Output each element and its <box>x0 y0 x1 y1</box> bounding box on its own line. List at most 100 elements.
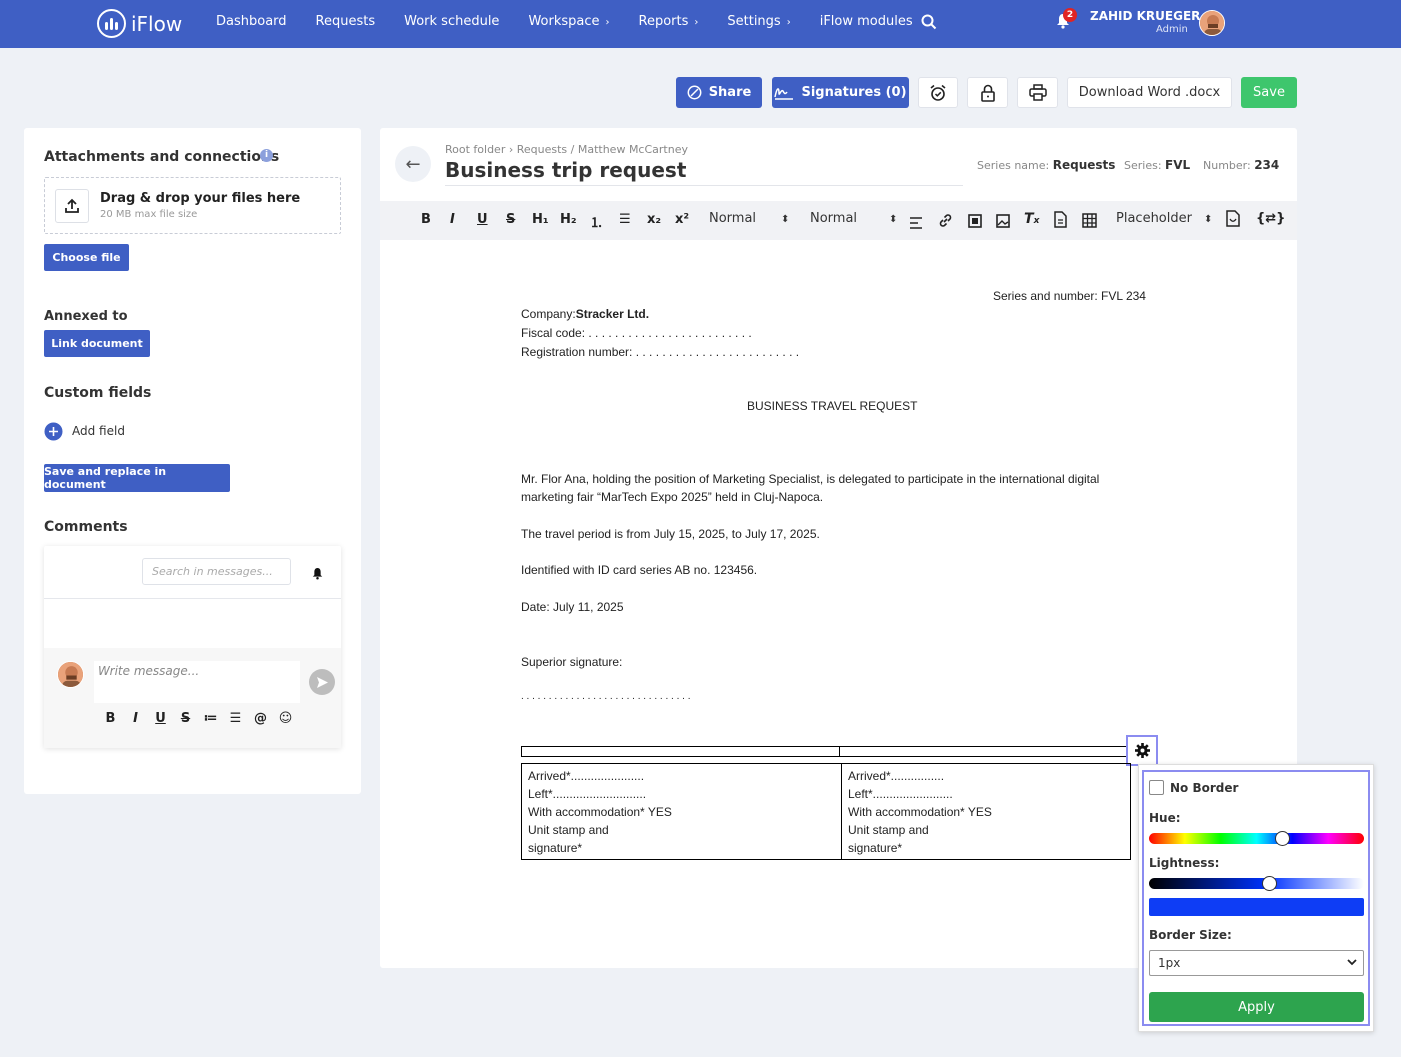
send-button[interactable] <box>309 669 335 695</box>
search-messages-input[interactable]: Search in messages... <box>142 558 291 585</box>
emoji-icon[interactable]: ☺ <box>278 711 293 726</box>
user-avatar[interactable] <box>1199 10 1225 36</box>
superior-signature[interactable]: Superior signature: <box>521 655 622 669</box>
message-input[interactable]: Write message... <box>94 661 300 703</box>
table-line: Unit stamp and <box>528 823 609 837</box>
bold-icon[interactable]: B <box>421 212 431 227</box>
print-button[interactable] <box>1017 77 1058 108</box>
bold-icon[interactable]: B <box>103 711 118 726</box>
template-icon[interactable] <box>1226 210 1240 231</box>
info-icon[interactable]: i <box>260 149 273 162</box>
nav-item-workspace[interactable]: Workspace › <box>528 14 609 29</box>
back-button[interactable]: ← <box>395 146 431 182</box>
paragraph-4[interactable]: Date: July 11, 2025 <box>521 600 624 614</box>
placeholder-select[interactable]: Placeholder ⬍ <box>1116 211 1212 226</box>
italic-icon[interactable]: I <box>450 212 455 227</box>
dropzone-subtext: 20 MB max file size <box>100 209 198 220</box>
apply-button[interactable]: Apply <box>1149 992 1364 1022</box>
link-icon[interactable] <box>938 213 953 232</box>
italic-icon[interactable]: I <box>128 711 143 726</box>
paragraph-2[interactable]: The travel period is from July 15, 2025,… <box>521 527 820 541</box>
paragraph-1b[interactable]: marketing fair “MarTech Expo 2025” held … <box>521 490 823 504</box>
heading-2-icon[interactable]: H₂ <box>560 212 577 227</box>
no-border-checkbox[interactable] <box>1149 780 1164 795</box>
strike-icon[interactable]: S <box>506 212 515 227</box>
table-cell-1[interactable]: Arrived*...................... Left*.....… <box>522 764 842 859</box>
align-icon[interactable] <box>909 214 923 233</box>
notification-badge: 2 <box>1063 8 1077 22</box>
lock-icon <box>980 84 995 102</box>
nav-item-settings[interactable]: Settings › <box>727 14 790 29</box>
choose-file-button[interactable]: Choose file <box>44 244 129 271</box>
underline-icon[interactable]: U <box>153 711 168 726</box>
brand-logo[interactable]: iFlow <box>97 9 182 38</box>
table-line: Arrived*................ <box>848 769 945 783</box>
upload-icon[interactable] <box>55 189 89 223</box>
video-icon[interactable] <box>968 213 982 232</box>
ordered-list-icon[interactable]: ≔ <box>203 711 218 726</box>
signatures-label: Signatures (0) <box>801 85 907 100</box>
nav-item-dashboard[interactable]: Dashboard <box>216 14 287 29</box>
mention-icon[interactable]: @ <box>253 711 268 726</box>
refresh-fields-icon[interactable]: {⇄} <box>1256 211 1285 226</box>
nav-item-reports[interactable]: Reports › <box>639 14 699 29</box>
share-button[interactable]: Share <box>676 77 762 108</box>
alarm-button[interactable] <box>918 77 958 108</box>
bell-icon[interactable] <box>312 565 323 584</box>
image-icon[interactable] <box>996 213 1010 232</box>
document-heading[interactable]: BUSINESS TRAVEL REQUEST <box>747 399 918 413</box>
font-size-select[interactable]: Normal ⬍ <box>810 211 897 226</box>
ordered-list-icon[interactable]: ⒈ <box>590 212 603 231</box>
empty-table-row[interactable] <box>521 746 1131 757</box>
lightness-slider-handle[interactable] <box>1261 876 1277 891</box>
series-and-number[interactable]: Series and number: FVL 234 <box>993 289 1146 303</box>
signature-dots[interactable]: . . . . . . . . . . . . . . . . . . . . … <box>521 691 690 702</box>
user-name[interactable]: ZAHID KRUEGER <box>1090 9 1200 23</box>
paragraph-style-select[interactable]: Normal ⬍ <box>709 211 789 226</box>
save-button[interactable]: Save <box>1241 77 1297 108</box>
table-settings-button[interactable] <box>1126 735 1158 766</box>
subscript-icon[interactable]: x₂ <box>647 212 661 227</box>
brand-name: iFlow <box>131 11 183 36</box>
arrow-left-icon: ← <box>405 153 421 175</box>
lightness-slider[interactable] <box>1149 878 1364 889</box>
document-icon[interactable] <box>1054 211 1067 232</box>
table-cell-2[interactable]: Arrived*................ Left*...........… <box>842 764 1130 859</box>
breadcrumb[interactable]: Root folder › Requests / Matthew McCartn… <box>445 143 688 156</box>
download-word-button[interactable]: Download Word .docx <box>1067 77 1232 108</box>
bullet-list-icon[interactable]: ☰ <box>619 212 631 227</box>
paragraph-3[interactable]: Identified with ID card series AB no. 12… <box>521 563 757 577</box>
add-field-icon[interactable] <box>44 422 63 445</box>
fiscal-code-line[interactable]: Fiscal code: . . . . . . . . . . . . . .… <box>521 326 752 340</box>
table-line: Unit stamp and <box>848 823 929 837</box>
table-line: Arrived*...................... <box>528 769 645 783</box>
heading-1-icon[interactable]: H₁ <box>532 212 549 227</box>
underline-icon[interactable]: U <box>477 212 488 227</box>
add-field-label[interactable]: Add field <box>72 424 125 438</box>
save-replace-button[interactable]: Save and replace in document <box>44 464 230 492</box>
custom-fields-title: Custom fields <box>44 385 152 401</box>
border-size-select[interactable]: 1px <box>1149 950 1364 976</box>
registration-line[interactable]: Registration number: . . . . . . . . . .… <box>521 345 799 359</box>
page-title[interactable]: Business trip request <box>445 158 686 182</box>
lock-button[interactable] <box>967 77 1008 108</box>
send-icon <box>316 676 328 688</box>
main-nav: Dashboard Requests Work schedule Workspace ›… <box>216 14 942 29</box>
link-document-button[interactable]: Link document <box>44 330 150 357</box>
arrival-table[interactable]: Arrived*...................... Left*.....… <box>521 763 1131 860</box>
hue-slider-handle[interactable] <box>1274 831 1290 846</box>
table-icon[interactable] <box>1082 213 1097 232</box>
annexed-title: Annexed to <box>44 309 128 324</box>
bullet-list-icon[interactable]: ☰ <box>228 711 243 726</box>
strike-icon[interactable]: S <box>178 711 193 726</box>
clear-format-icon[interactable]: Tx <box>1024 211 1039 227</box>
superscript-icon[interactable]: x² <box>675 212 689 227</box>
search-icon[interactable] <box>921 14 937 34</box>
paragraph-1a[interactable]: Mr. Flor Ana, holding the position of Ma… <box>521 472 1099 486</box>
nav-item-work-schedule[interactable]: Work schedule <box>404 14 499 29</box>
hue-slider[interactable] <box>1149 833 1364 844</box>
signatures-button[interactable]: Signatures (0) <box>772 77 909 108</box>
nav-item-iflow-modules[interactable]: iFlow modules <box>820 14 913 29</box>
nav-item-requests[interactable]: Requests <box>316 14 376 29</box>
chevron-down-icon <box>1347 959 1357 966</box>
